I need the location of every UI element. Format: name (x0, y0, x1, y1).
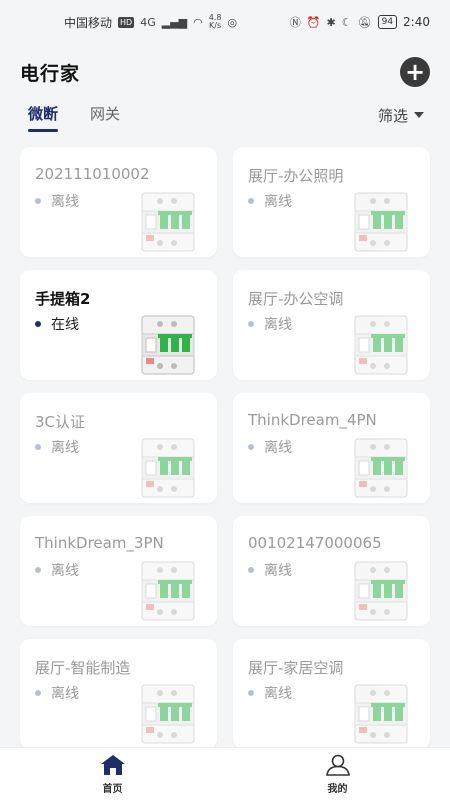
status-dot (35, 321, 41, 327)
device-card[interactable]: 展厅-智能制造 离线 (20, 639, 217, 749)
device-status: 离线 (35, 437, 79, 457)
nav-home-label: 首页 (102, 783, 123, 795)
filter-label: 筛选 (377, 106, 408, 125)
status-text: 离线 (51, 194, 79, 210)
signal-icon: ▂▄▆ (161, 15, 188, 29)
device-name: 展厅-办公空调 (248, 290, 344, 308)
status-text: 离线 (51, 563, 79, 579)
status-text: 离线 (264, 440, 292, 456)
home-icon (100, 754, 125, 775)
app-notify-icon: ◎ (227, 15, 238, 29)
device-status: 离线 (248, 191, 292, 211)
device-name: 202111010002 (35, 165, 150, 183)
device-card[interactable]: 展厅-办公空调 离线 (233, 270, 430, 380)
carrier-label: 中国移动 (64, 15, 113, 30)
clock: 2:40 (403, 15, 430, 29)
device-status: 离线 (248, 314, 292, 334)
device-name: 3C认证 (35, 413, 86, 431)
device-name: ThinkDream_3PN (35, 534, 164, 552)
device-card[interactable]: 3C认证 离线 (20, 393, 217, 503)
nav-mine-label: 我的 (327, 783, 348, 795)
device-name: 展厅-办公照明 (248, 167, 344, 185)
device-status: 离线 (35, 191, 79, 211)
breaker-icon (353, 560, 409, 622)
status-dot (35, 198, 41, 204)
device-grid: 202111010002 离线 展厅-办公照明 离线 手提箱2 在线 展厅-办公… (20, 147, 431, 749)
network-label: 4G (140, 15, 156, 29)
status-dot (248, 567, 254, 573)
device-card[interactable]: 展厅-办公照明 离线 (233, 147, 430, 257)
breaker-icon (353, 683, 409, 745)
breaker-icon (353, 191, 409, 253)
status-dot (248, 690, 254, 696)
device-card[interactable]: 展厅-家居空调 离线 (233, 639, 430, 749)
caret-down-icon (414, 112, 424, 118)
breaker-icon (140, 314, 196, 376)
tabs-row: 微断 网关 筛选 (28, 100, 424, 132)
status-text: 在线 (51, 317, 79, 333)
alarm-icon: ⏰ (306, 15, 321, 29)
status-text: 离线 (264, 194, 292, 210)
device-name: 展厅-智能制造 (35, 659, 131, 677)
net-speed: 4.8 K/s (209, 14, 222, 30)
device-status: 离线 (248, 683, 292, 703)
device-status: 离线 (248, 560, 292, 580)
bluetooth-icon: ✱ (326, 15, 336, 29)
status-left: 中国移动 HD 4G ▂▄▆ ◠ 4.8 K/s ◎ (64, 14, 237, 31)
device-status: 离线 (35, 683, 79, 703)
status-text: 离线 (264, 563, 292, 579)
status-right: Ⓝ ⏰ ✱ ☾ 🔕︎ 94 2:40 (290, 14, 430, 30)
breaker-icon (140, 437, 196, 499)
status-dot (35, 690, 41, 696)
status-dot (248, 444, 254, 450)
status-text: 离线 (51, 440, 79, 456)
status-dot (35, 567, 41, 573)
device-card[interactable]: ThinkDream_4PN 离线 (233, 393, 430, 503)
status-text: 离线 (264, 317, 292, 333)
battery-indicator: 94 (377, 15, 398, 29)
status-dot (248, 198, 254, 204)
status-dot (35, 444, 41, 450)
nav-mine[interactable]: 我的 (225, 748, 450, 800)
bottom-nav: 首页 我的 (0, 747, 450, 800)
nfc-icon: Ⓝ (289, 16, 301, 29)
status-bar: 中国移动 HD 4G ▂▄▆ ◠ 4.8 K/s ◎ Ⓝ ⏰ ✱ ☾ 🔕︎ 94… (0, 0, 450, 44)
mute-icon: 🔕︎ (357, 15, 372, 29)
device-name: 00102147000065 (248, 534, 382, 552)
device-card[interactable]: 202111010002 离线 (20, 147, 217, 257)
moon-icon: ☾ (341, 15, 352, 29)
breaker-icon (140, 683, 196, 745)
device-status: 在线 (35, 314, 79, 334)
breaker-icon (140, 560, 196, 622)
add-device-button[interactable]: + (400, 57, 430, 87)
device-card[interactable]: 手提箱2 在线 (20, 270, 217, 380)
page-title: 电行家 (20, 62, 81, 85)
nav-home[interactable]: 首页 (0, 748, 225, 800)
speed-unit: K/s (209, 21, 222, 30)
device-name: ThinkDream_4PN (248, 411, 377, 429)
wifi-icon: ◠ (193, 15, 203, 29)
status-text: 离线 (264, 686, 292, 702)
app-header: 电行家 + (20, 56, 430, 88)
plus-icon: + (404, 58, 426, 86)
breaker-icon (353, 314, 409, 376)
tab-gateway[interactable]: 网关 (90, 103, 120, 128)
device-card[interactable]: 00102147000065 离线 (233, 516, 430, 626)
status-text: 离线 (51, 686, 79, 702)
device-status: 离线 (35, 560, 79, 580)
device-name: 展厅-家居空调 (248, 659, 344, 677)
breaker-icon (140, 191, 196, 253)
device-name: 手提箱2 (35, 290, 91, 308)
device-card[interactable]: ThinkDream_3PN 离线 (20, 516, 217, 626)
breaker-icon (353, 437, 409, 499)
filter-dropdown[interactable]: 筛选 (378, 105, 424, 126)
tab-breaker[interactable]: 微断 (28, 103, 59, 132)
hd-badge: HD (118, 16, 135, 28)
device-status: 离线 (248, 437, 292, 457)
user-icon (325, 754, 350, 776)
status-dot (248, 321, 254, 327)
